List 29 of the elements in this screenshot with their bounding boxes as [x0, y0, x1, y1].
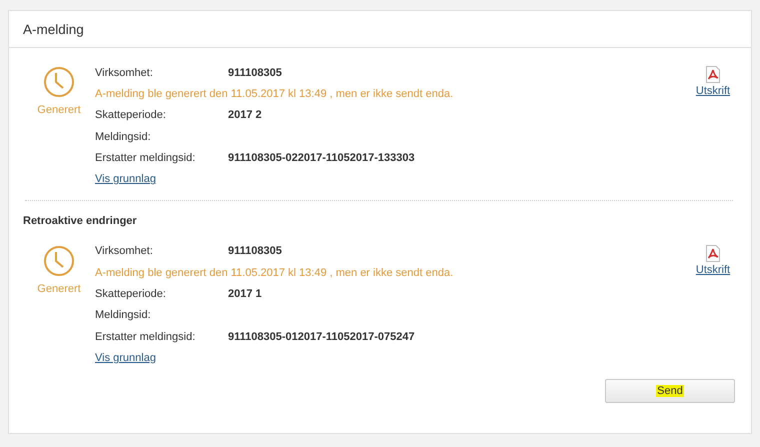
field-label: Skatteperiode: [95, 109, 167, 122]
print-link[interactable]: Utskrift [696, 85, 730, 97]
field-label: Meldingsid: [95, 130, 152, 143]
panel-title: A-melding [23, 22, 84, 36]
field-value: 911108305 [228, 66, 282, 79]
details-link[interactable]: Vis grunnlag [95, 352, 156, 364]
field-label: Virksomhet: [95, 66, 154, 79]
field-label: Erstatter meldingsid: [95, 152, 196, 164]
print-link[interactable]: Utskrift [696, 264, 730, 276]
field-label: Virksomhet: [95, 245, 154, 258]
field-label: Skatteperiode: [95, 288, 167, 300]
clock-icon [43, 66, 75, 98]
pdf-icon [706, 244, 720, 262]
status-message: A-melding ble generert den 11.05.2017 kl 13:49 , men er ikke sendt enda. [95, 266, 454, 279]
field-label: Meldingsid: [95, 309, 152, 322]
status-label: Generert [37, 104, 81, 116]
section-heading: Retroaktive endringer [23, 214, 138, 227]
clock-icon [43, 244, 75, 277]
send-button[interactable]: Send [605, 378, 735, 403]
pdf-icon [706, 66, 720, 83]
status-label: Generert [37, 282, 81, 295]
field-label: Erstatter meldingsid: [95, 330, 196, 343]
field-value: 2017 2 [228, 109, 262, 122]
field-value: 911108305-022017-11052017-133303 [228, 152, 415, 164]
field-value: 911108305 [228, 245, 282, 258]
details-link[interactable]: Vis grunnlag [95, 173, 156, 186]
field-value: 2017 1 [228, 288, 262, 300]
status-message: A-melding ble generert den 11.05.2017 kl 13:49 , men er ikke sendt enda. [95, 88, 454, 100]
field-value: 911108305-012017-11052017-075247 [228, 330, 415, 343]
